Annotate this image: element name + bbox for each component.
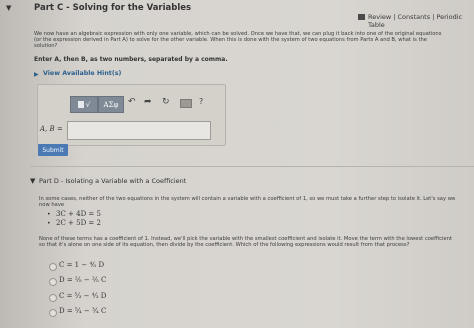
option-2[interactable]: D = ²⁄₅ − ²⁄₅ C: [59, 276, 106, 284]
part-c-text-2: (or the expression derived in Part A) to…: [34, 37, 427, 43]
collapse-caret-icon[interactable]: ▼: [6, 4, 11, 12]
part-c-title: Part C - Solving for the Variables: [34, 3, 192, 13]
option-radio-3[interactable]: [49, 294, 57, 302]
collapse-caret-icon-d[interactable]: ▼: [30, 177, 35, 185]
equation-1: 3C + 4D = 5: [56, 210, 101, 218]
view-hints-link[interactable]: View Available Hint(s): [43, 70, 121, 77]
keyboard-icon[interactable]: [180, 99, 192, 108]
redo-icon[interactable]: ➦: [144, 97, 152, 107]
bullet-2: •: [47, 220, 51, 227]
equation-2: 2C + 5D = 2: [56, 219, 101, 227]
template-icon: [77, 101, 84, 108]
top-links[interactable]: Review | Constants | Periodic Table: [368, 13, 474, 29]
answer-label: A, B =: [40, 125, 63, 133]
option-1[interactable]: C = 1 − ⁴⁄₅ D: [59, 261, 104, 269]
instruction: Enter A, then B, as two numbers, separat…: [34, 56, 228, 63]
page: { "header": { "part_c_title": "Part C - …: [0, 0, 474, 328]
help-icon[interactable]: ?: [199, 97, 203, 106]
reset-icon[interactable]: ↻: [162, 97, 170, 107]
section-divider: [30, 166, 474, 167]
hint-caret-icon[interactable]: ▶: [34, 71, 39, 78]
option-3[interactable]: C = ⁵⁄₃ − ⁴⁄₃ D: [59, 292, 106, 300]
answer-input[interactable]: [67, 121, 211, 140]
part-d-text-4: so that it's alone on one side of its eq…: [39, 242, 410, 248]
option-radio-1[interactable]: [49, 263, 57, 271]
option-4[interactable]: D = ⁵⁄₄ − ³⁄₄ C: [59, 307, 106, 315]
submit-button[interactable]: Submit: [38, 144, 68, 156]
greek-label: AΣφ: [103, 100, 119, 109]
option-radio-2[interactable]: [49, 278, 57, 286]
templates-button[interactable]: √: [70, 96, 98, 113]
option-radio-4[interactable]: [49, 309, 57, 317]
greek-button[interactable]: AΣφ: [98, 96, 124, 113]
sqrt-icon: √: [85, 100, 91, 109]
review-icon: [358, 14, 365, 20]
bullet-1: •: [47, 211, 51, 218]
undo-icon[interactable]: ↶: [128, 97, 136, 107]
part-d-title: Part D - Isolating a Variable with a Coe…: [39, 177, 187, 185]
part-d-text-2: now have: [39, 202, 65, 208]
part-c-text-3: solution?: [34, 43, 58, 49]
part-d-text-1: In some cases, neither of the two equati…: [39, 196, 456, 202]
